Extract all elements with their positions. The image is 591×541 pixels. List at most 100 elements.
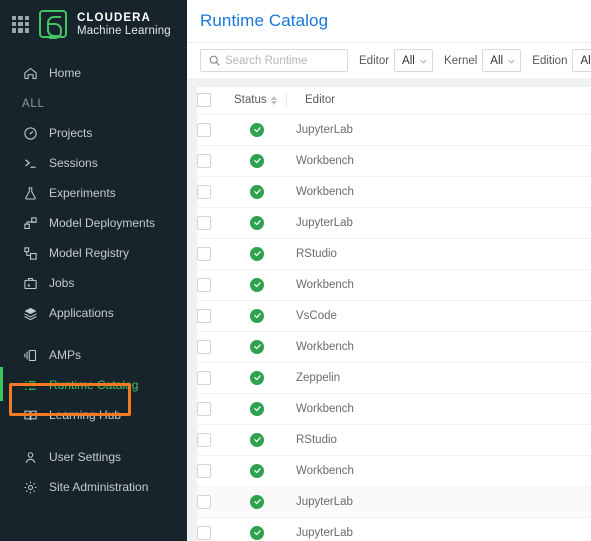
row-editor-cell: Workbench bbox=[296, 393, 591, 425]
row-editor-cell: RStudio bbox=[296, 424, 591, 456]
table-row[interactable]: Workbench bbox=[197, 269, 591, 301]
filter-kernel-select[interactable]: All bbox=[482, 49, 522, 72]
sidebar-item-model-registry-label: Model Registry bbox=[49, 246, 130, 260]
deployments-icon bbox=[22, 215, 38, 231]
row-checkbox[interactable] bbox=[197, 277, 211, 292]
row-checkbox[interactable] bbox=[197, 401, 211, 416]
row-checkbox-cell bbox=[197, 486, 234, 518]
table-header: Status Editor bbox=[197, 87, 591, 115]
table-row[interactable]: Workbench bbox=[197, 393, 591, 425]
row-editor-cell: JupyterLab bbox=[296, 486, 591, 518]
app-switcher-grid-icon[interactable] bbox=[12, 15, 29, 33]
row-checkbox[interactable] bbox=[197, 463, 211, 478]
row-editor-cell: JupyterLab bbox=[296, 114, 591, 146]
row-checkbox[interactable] bbox=[197, 153, 211, 168]
table-row[interactable]: JupyterLab bbox=[197, 207, 591, 239]
sidebar-item-user-settings[interactable]: User Settings bbox=[0, 442, 187, 472]
row-editor-cell: RStudio bbox=[296, 238, 591, 270]
filter-edition-select[interactable]: All bbox=[572, 49, 591, 72]
sidebar-item-runtime-catalog[interactable]: Runtime Catalog bbox=[0, 367, 187, 401]
sidebar-item-applications[interactable]: Applications bbox=[0, 298, 187, 328]
sidebar-item-projects[interactable]: Projects bbox=[0, 118, 187, 148]
check-circle-icon bbox=[250, 246, 264, 261]
brand-line-1: CLOUDERA bbox=[77, 11, 151, 24]
flask-icon bbox=[22, 185, 38, 201]
sidebar-item-amps-label: AMPs bbox=[49, 348, 82, 362]
row-status-cell bbox=[234, 145, 296, 177]
sidebar-item-sessions[interactable]: Sessions bbox=[0, 148, 187, 178]
row-checkbox[interactable] bbox=[197, 494, 211, 509]
filter-editor-select[interactable]: All bbox=[394, 49, 434, 72]
row-checkbox-cell bbox=[197, 114, 234, 146]
row-status-cell bbox=[234, 331, 296, 363]
brand-text: CLOUDERA Machine Learning bbox=[77, 11, 171, 38]
sidebar-item-model-deployments[interactable]: Model Deployments bbox=[0, 208, 187, 238]
table-row[interactable]: Workbench bbox=[197, 145, 591, 177]
filter-edition-value: All bbox=[580, 54, 591, 67]
row-checkbox[interactable] bbox=[197, 525, 211, 540]
sidebar-item-site-administration[interactable]: Site Administration bbox=[0, 472, 187, 502]
table-row[interactable]: RStudio bbox=[197, 424, 591, 456]
row-checkbox-cell bbox=[197, 238, 234, 270]
row-checkbox[interactable] bbox=[197, 308, 211, 323]
table-row[interactable]: VsCode bbox=[197, 300, 591, 332]
sidebar-nav: Home ALL Projects Sessions Experiments M… bbox=[0, 48, 187, 502]
filter-editor-value: All bbox=[402, 54, 415, 67]
row-status-cell bbox=[234, 238, 296, 270]
sort-status-icon[interactable] bbox=[270, 95, 277, 105]
runtime-table: Status Editor JupyterLab Workbench Workb… bbox=[197, 87, 591, 541]
row-checkbox-cell bbox=[197, 517, 234, 541]
sidebar-item-home[interactable]: Home bbox=[0, 58, 187, 88]
jobs-icon bbox=[22, 275, 38, 291]
nav-divider-1 bbox=[0, 328, 187, 340]
row-checkbox[interactable] bbox=[197, 339, 211, 354]
sidebar-item-learning-hub-label: Learning Hub bbox=[49, 408, 122, 422]
column-header-status[interactable]: Status bbox=[234, 87, 296, 115]
table-row[interactable]: Zeppelin bbox=[197, 362, 591, 394]
column-header-editor: Editor bbox=[296, 87, 591, 115]
gear-icon bbox=[22, 479, 38, 495]
home-icon bbox=[22, 65, 38, 81]
main-content: Runtime Catalog Editor All bbox=[187, 0, 591, 541]
brand-line-2: Machine Learning bbox=[77, 24, 171, 37]
sidebar-item-runtime-catalog-label: Runtime Catalog bbox=[49, 378, 139, 392]
check-circle-icon bbox=[250, 215, 264, 230]
check-circle-icon bbox=[250, 525, 264, 540]
sidebar-item-learning-hub[interactable]: Learning Hub bbox=[0, 400, 187, 430]
table-body: JupyterLab Workbench Workbench JupyterLab RS… bbox=[197, 114, 591, 541]
sidebar-item-jobs[interactable]: Jobs bbox=[0, 268, 187, 298]
row-checkbox[interactable] bbox=[197, 184, 211, 199]
row-checkbox[interactable] bbox=[197, 246, 211, 261]
table-row[interactable]: JupyterLab bbox=[197, 517, 591, 541]
row-checkbox[interactable] bbox=[197, 215, 211, 230]
table-row[interactable]: Workbench bbox=[197, 176, 591, 208]
select-all-checkbox[interactable] bbox=[197, 93, 211, 108]
search-input[interactable] bbox=[225, 54, 340, 67]
table-row[interactable]: Workbench bbox=[197, 331, 591, 363]
search-box[interactable] bbox=[200, 49, 348, 72]
row-editor-cell: VsCode bbox=[296, 300, 591, 332]
check-circle-icon bbox=[250, 401, 264, 416]
row-checkbox-cell bbox=[197, 424, 234, 456]
sidebar-item-model-registry[interactable]: Model Registry bbox=[0, 238, 187, 268]
sidebar-item-projects-label: Projects bbox=[49, 126, 93, 140]
table-row[interactable]: JupyterLab bbox=[197, 114, 591, 146]
row-checkbox[interactable] bbox=[197, 122, 211, 137]
sidebar-item-amps[interactable]: AMPs bbox=[0, 340, 187, 370]
page-title: Runtime Catalog bbox=[200, 11, 329, 30]
table-row[interactable]: RStudio bbox=[197, 238, 591, 270]
table-row[interactable]: Workbench bbox=[197, 455, 591, 487]
row-editor-cell: Workbench bbox=[296, 455, 591, 487]
column-header-editor-label: Editor bbox=[305, 94, 336, 107]
filter-kernel-value: All bbox=[490, 54, 504, 67]
row-status-cell bbox=[234, 517, 296, 541]
row-checkbox[interactable] bbox=[197, 370, 211, 385]
chevron-down-icon bbox=[419, 57, 428, 66]
table-row[interactable]: JupyterLab bbox=[197, 486, 591, 518]
sidebar-item-experiments[interactable]: Experiments bbox=[0, 178, 187, 208]
row-status-cell bbox=[234, 207, 296, 239]
terminal-icon bbox=[22, 155, 38, 171]
chevron-down-icon bbox=[507, 57, 516, 66]
row-checkbox[interactable] bbox=[197, 432, 211, 447]
check-circle-icon bbox=[250, 432, 264, 447]
